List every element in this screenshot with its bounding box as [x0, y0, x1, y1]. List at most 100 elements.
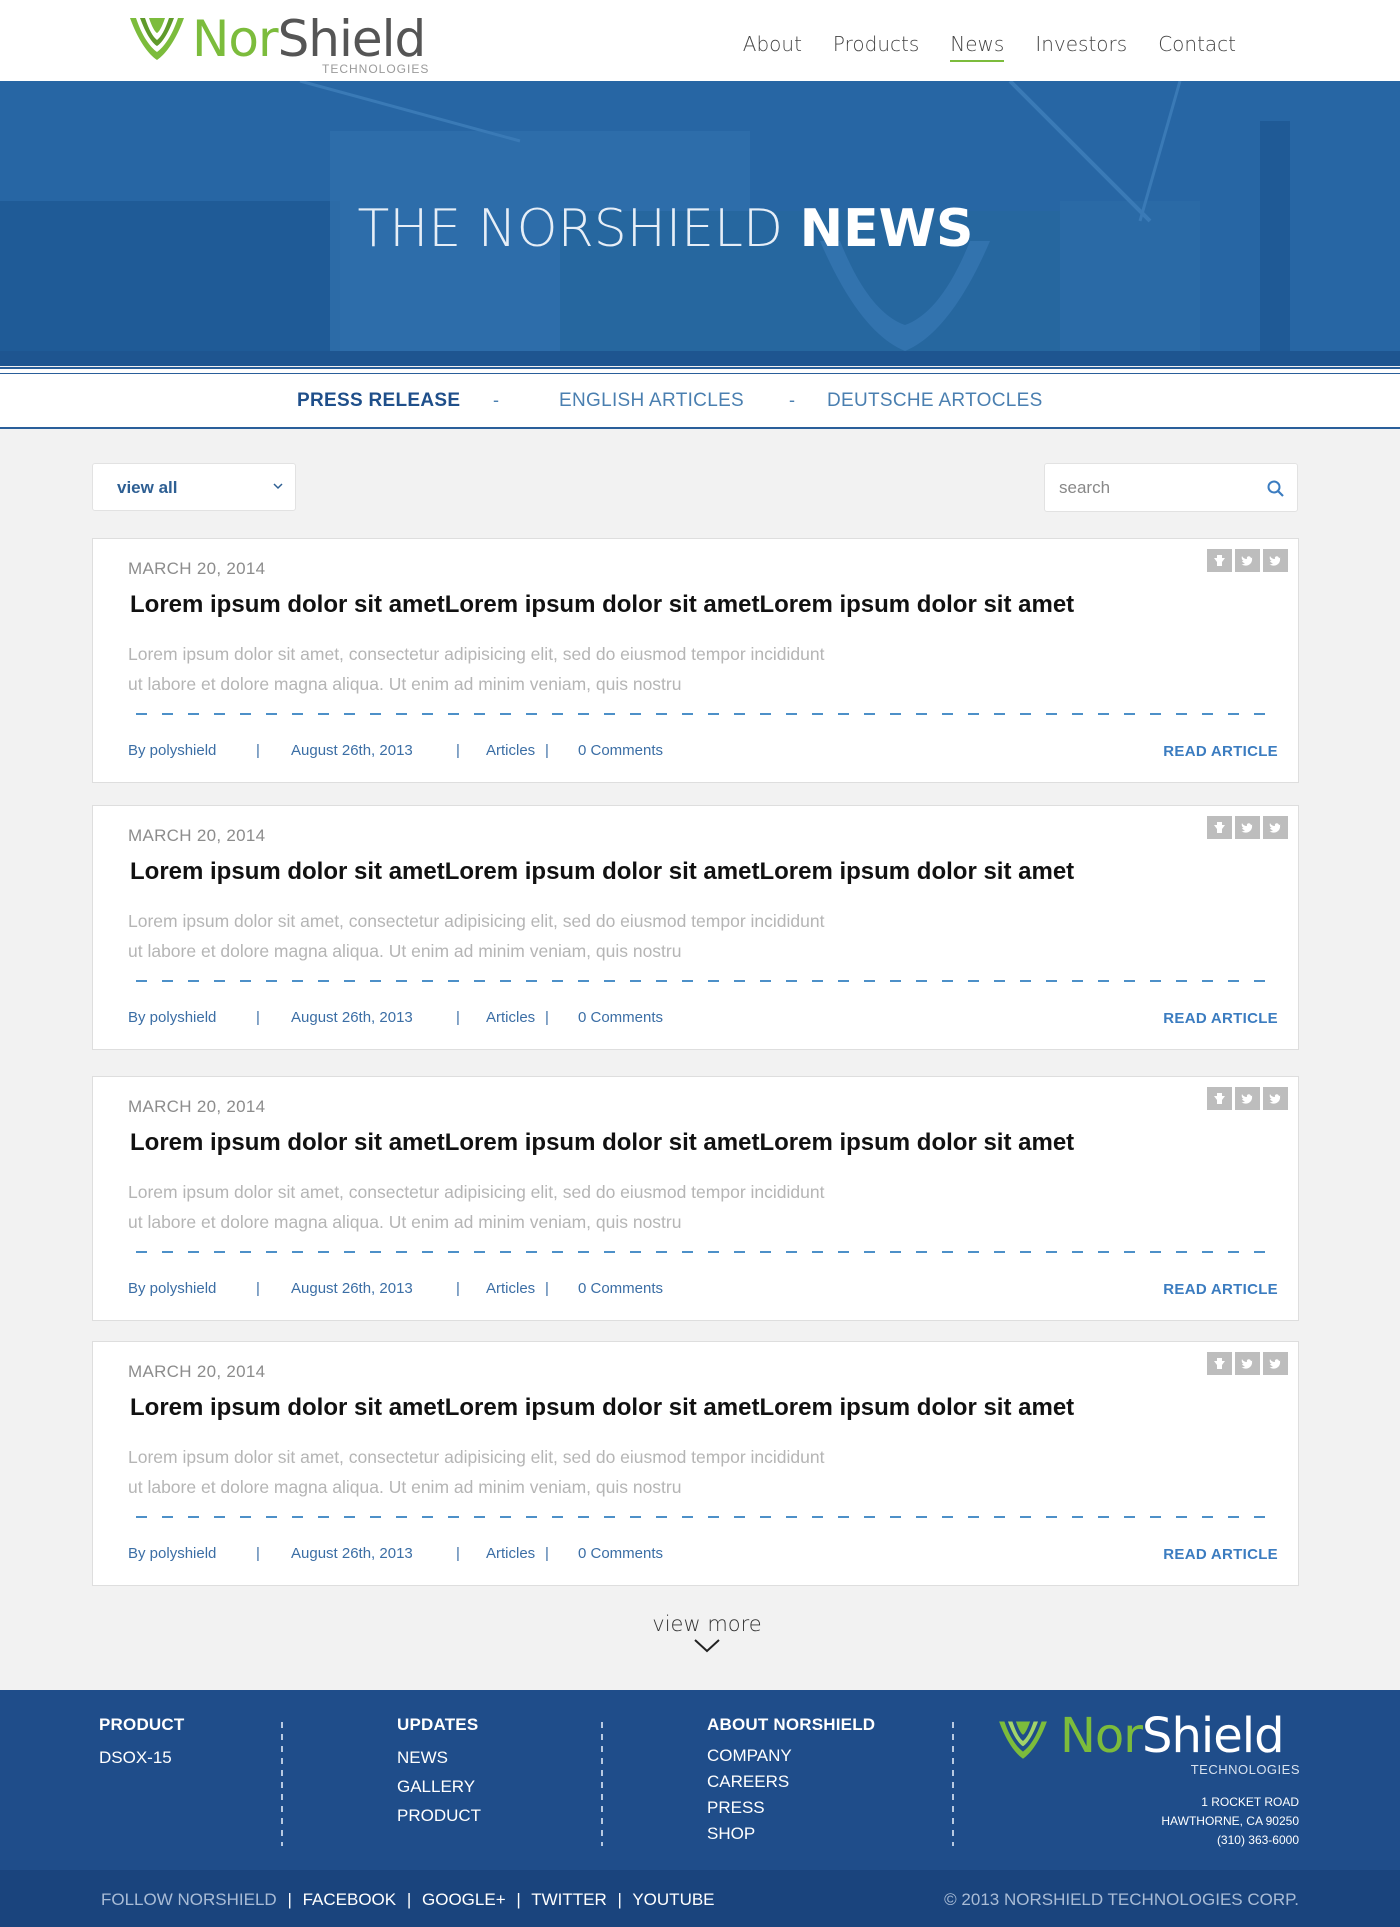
footer-link-product[interactable]: PRODUCT: [397, 1801, 481, 1830]
hero-banner: THE NORSHIELD NEWS: [0, 81, 1400, 366]
footer-link-shop[interactable]: SHOP: [707, 1821, 875, 1847]
footer-logo[interactable]: NorShield TECHNOLOGIES: [996, 1708, 1300, 1778]
article-date: MARCH 20, 2014: [128, 1362, 266, 1381]
share-icon[interactable]: [1207, 1352, 1232, 1375]
site-footer: PRODUCT DSOX-15 UPDATES NEWS GALLERY PRO…: [0, 1690, 1400, 1870]
article-excerpt: Lorem ipsum dolor sit amet, consectetur …: [128, 1442, 948, 1502]
share-icon[interactable]: [1207, 1087, 1232, 1110]
article-date: MARCH 20, 2014: [128, 826, 266, 845]
article-comments[interactable]: 0 Comments: [578, 1545, 663, 1562]
nav-products[interactable]: Products: [833, 32, 919, 62]
article-date: MARCH 20, 2014: [128, 559, 266, 578]
article-card: MARCH 20, 2014 Lorem ipsum dolor sit amet…: [92, 1341, 1299, 1586]
article-category[interactable]: Articles: [486, 1280, 535, 1297]
filter-separator: -: [789, 390, 795, 410]
share-buttons: [1207, 549, 1288, 572]
footer-divider: [952, 1722, 954, 1846]
google-plus-link[interactable]: GOOGLE+: [422, 1890, 506, 1909]
twitter-icon[interactable]: [1235, 549, 1260, 572]
view-filter-select[interactable]: view all: [92, 463, 296, 511]
footer-link-press[interactable]: PRESS: [707, 1795, 875, 1821]
article-author[interactable]: By polyshield: [128, 1009, 216, 1026]
social-links: FOLLOW NORSHIELD | FACEBOOK | GOOGLE+ | …: [101, 1890, 715, 1910]
article-author[interactable]: By polyshield: [128, 1280, 216, 1297]
article-category[interactable]: Articles: [486, 1545, 535, 1562]
twitter-icon[interactable]: [1263, 1352, 1288, 1375]
nav-news[interactable]: News: [950, 32, 1005, 62]
facebook-link[interactable]: FACEBOOK: [303, 1890, 397, 1909]
article-posted-date: August 26th, 2013: [291, 742, 413, 759]
filter-deutsche-articles[interactable]: DEUTSCHE ARTOCLES: [827, 390, 1043, 412]
footer-link-careers[interactable]: CAREERS: [707, 1769, 875, 1795]
phone-number: (310) 363-6000: [1216, 1833, 1299, 1847]
article-title[interactable]: Lorem ipsum dolor sit ametLorem ipsum do…: [130, 1129, 1074, 1157]
nav-contact[interactable]: Contact: [1158, 32, 1236, 62]
article-category[interactable]: Articles: [486, 742, 535, 759]
article-title[interactable]: Lorem ipsum dolor sit ametLorem ipsum do…: [130, 858, 1074, 886]
copyright: © 2013 NORSHIELD TECHNOLOGIES CORP.: [944, 1890, 1299, 1909]
meta-separator: |: [456, 742, 460, 759]
read-article-button[interactable]: READ ARTICLE: [1163, 1546, 1278, 1563]
meta-separator: |: [545, 1545, 549, 1562]
footer-logo-wordmark: NorShield: [1060, 1708, 1285, 1764]
twitter-icon[interactable]: [1263, 549, 1288, 572]
youtube-link[interactable]: YOUTUBE: [632, 1890, 714, 1909]
search-input[interactable]: [1059, 475, 1249, 501]
twitter-icon[interactable]: [1235, 1352, 1260, 1375]
dashed-divider: [136, 1516, 1271, 1518]
article-posted-date: August 26th, 2013: [291, 1009, 413, 1026]
read-article-button[interactable]: READ ARTICLE: [1163, 1281, 1278, 1298]
excerpt-line: ut labore et dolore magna aliqua. Ut eni…: [128, 1477, 682, 1497]
view-more-button[interactable]: view more: [600, 1612, 814, 1654]
article-author[interactable]: By polyshield: [128, 1545, 216, 1562]
chevron-down-icon: [694, 1639, 720, 1653]
shield-logo-icon: [130, 18, 184, 60]
logo-subtitle: TECHNOLOGIES: [322, 62, 430, 76]
nav-investors[interactable]: Investors: [1035, 32, 1127, 62]
footer-link-news[interactable]: NEWS: [397, 1743, 481, 1772]
article-category[interactable]: Articles: [486, 1009, 535, 1026]
meta-separator: |: [256, 1545, 260, 1562]
read-article-button[interactable]: READ ARTICLE: [1163, 743, 1278, 760]
twitter-icon[interactable]: [1235, 816, 1260, 839]
article-card: MARCH 20, 2014 Lorem ipsum dolor sit amet…: [92, 1076, 1299, 1321]
norshield-logo[interactable]: NorShield TECHNOLOGIES: [128, 10, 448, 76]
article-card: MARCH 20, 2014 Lorem ipsum dolor sit amet…: [92, 538, 1299, 783]
twitter-link[interactable]: TWITTER: [531, 1890, 607, 1909]
nav-about[interactable]: About: [743, 32, 802, 62]
footer-link-dsox15[interactable]: DSOX-15: [99, 1743, 184, 1772]
main-nav: About Products News Investors Contact: [743, 32, 1236, 62]
filter-english-articles[interactable]: ENGLISH ARTICLES: [559, 390, 744, 412]
article-comments[interactable]: 0 Comments: [578, 1280, 663, 1297]
filter-press-release[interactable]: PRESS RELEASE: [297, 390, 460, 412]
address-line: HAWTHORNE, CA 90250: [1161, 1814, 1299, 1828]
article-date: MARCH 20, 2014: [128, 1097, 266, 1116]
twitter-icon[interactable]: [1235, 1087, 1260, 1110]
meta-separator: |: [456, 1545, 460, 1562]
article-comments[interactable]: 0 Comments: [578, 742, 663, 759]
footer-divider: [281, 1722, 283, 1846]
twitter-icon[interactable]: [1263, 1087, 1288, 1110]
twitter-icon[interactable]: [1263, 816, 1288, 839]
footer-heading: UPDATES: [397, 1715, 479, 1734]
search-icon[interactable]: [1266, 479, 1285, 498]
footer-heading: PRODUCT: [99, 1715, 185, 1734]
shield-logo-icon: [999, 1721, 1047, 1759]
article-author[interactable]: By polyshield: [128, 742, 216, 759]
article-title[interactable]: Lorem ipsum dolor sit ametLorem ipsum do…: [130, 1394, 1074, 1422]
article-card: MARCH 20, 2014 Lorem ipsum dolor sit amet…: [92, 805, 1299, 1050]
footer-link-gallery[interactable]: GALLERY: [397, 1772, 481, 1801]
footer-logo-subtitle: TECHNOLOGIES: [1190, 1762, 1300, 1777]
share-icon[interactable]: [1207, 816, 1232, 839]
article-title[interactable]: Lorem ipsum dolor sit ametLorem ipsum do…: [130, 591, 1074, 619]
address-line: 1 ROCKET ROAD: [1201, 1795, 1299, 1809]
company-address: 1 ROCKET ROAD HAWTHORNE, CA 90250 (310) …: [1161, 1793, 1299, 1850]
footer-link-company[interactable]: COMPANY: [707, 1743, 875, 1769]
article-comments[interactable]: 0 Comments: [578, 1009, 663, 1026]
share-icon[interactable]: [1207, 549, 1232, 572]
footer-bottom-bar: FOLLOW NORSHIELD | FACEBOOK | GOOGLE+ | …: [0, 1870, 1400, 1927]
dashed-divider: [136, 980, 1271, 982]
read-article-button[interactable]: READ ARTICLE: [1163, 1010, 1278, 1027]
filter-separator: -: [493, 390, 499, 410]
meta-separator: |: [256, 1009, 260, 1026]
